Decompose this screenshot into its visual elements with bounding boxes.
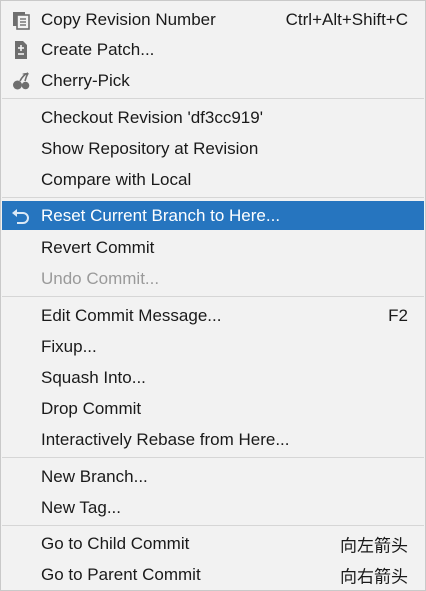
- menu-item-new-branch[interactable]: New Branch...: [2, 462, 424, 491]
- menu-item-squash-into[interactable]: Squash Into...: [2, 363, 424, 392]
- menu-item-label: Checkout Revision 'df3cc919': [41, 107, 263, 127]
- context-menu: Copy Revision Number Ctrl+Alt+Shift+C Cr…: [0, 0, 426, 591]
- menu-item-reset-current-branch[interactable]: Reset Current Branch to Here...: [2, 201, 424, 230]
- undo-arrow-icon: [11, 206, 31, 226]
- menu-item-label: Interactively Rebase from Here...: [41, 429, 290, 449]
- menu-item-label: Edit Commit Message...: [41, 305, 222, 325]
- menu-item-shortcut: Ctrl+Alt+Shift+C: [285, 9, 408, 29]
- menu-item-edit-commit-message[interactable]: Edit Commit Message... F2: [2, 301, 424, 330]
- menu-item-label: Undo Commit...: [41, 268, 160, 288]
- menu-item-shortcut: 向右箭头: [340, 567, 408, 586]
- cherry-icon: [11, 71, 31, 91]
- menu-item-label: Fixup...: [41, 336, 97, 356]
- menu-item-checkout-revision[interactable]: Checkout Revision 'df3cc919': [2, 103, 424, 132]
- menu-item-cherry-pick[interactable]: Cherry-Pick: [2, 66, 424, 95]
- menu-item-show-repository-at-revision[interactable]: Show Repository at Revision: [2, 134, 424, 163]
- menu-item-label: Compare with Local: [41, 169, 192, 189]
- menu-item-go-to-parent-commit[interactable]: Go to Parent Commit 向右箭头: [2, 560, 424, 589]
- menu-item-fixup[interactable]: Fixup...: [2, 332, 424, 361]
- menu-item-new-tag[interactable]: New Tag...: [2, 493, 424, 522]
- menu-item-shortcut: F2: [388, 305, 408, 325]
- menu-item-label: Revert Commit: [41, 237, 155, 257]
- menu-item-undo-commit: Undo Commit...: [2, 264, 424, 293]
- menu-item-copy-revision-number[interactable]: Copy Revision Number Ctrl+Alt+Shift+C: [2, 5, 424, 34]
- copy-icon: [11, 10, 31, 30]
- menu-item-label: Show Repository at Revision: [41, 138, 259, 158]
- menu-item-label: Copy Revision Number: [41, 9, 216, 29]
- menu-separator: [2, 296, 424, 297]
- patch-icon: [11, 40, 31, 60]
- menu-separator: [2, 525, 424, 526]
- menu-separator: [2, 98, 424, 99]
- menu-item-label: Go to Child Commit: [41, 533, 190, 553]
- menu-item-label: Reset Current Branch to Here...: [41, 205, 281, 225]
- menu-item-label: Create Patch...: [41, 39, 155, 59]
- menu-item-go-to-child-commit[interactable]: Go to Child Commit 向左箭头: [2, 529, 424, 558]
- menu-item-shortcut: 向左箭头: [340, 536, 408, 555]
- menu-separator: [2, 197, 424, 198]
- menu-item-label: New Branch...: [41, 466, 148, 486]
- menu-item-revert-commit[interactable]: Revert Commit: [2, 233, 424, 262]
- menu-item-interactively-rebase[interactable]: Interactively Rebase from Here...: [2, 425, 424, 454]
- menu-item-create-patch[interactable]: Create Patch...: [2, 35, 424, 64]
- menu-item-label: Cherry-Pick: [41, 70, 130, 90]
- menu-item-label: Drop Commit: [41, 398, 142, 418]
- menu-item-label: Go to Parent Commit: [41, 564, 201, 584]
- menu-item-label: New Tag...: [41, 497, 122, 517]
- menu-item-label: Squash Into...: [41, 367, 146, 387]
- menu-separator: [2, 457, 424, 458]
- menu-item-drop-commit[interactable]: Drop Commit: [2, 394, 424, 423]
- menu-item-compare-with-local[interactable]: Compare with Local: [2, 165, 424, 194]
